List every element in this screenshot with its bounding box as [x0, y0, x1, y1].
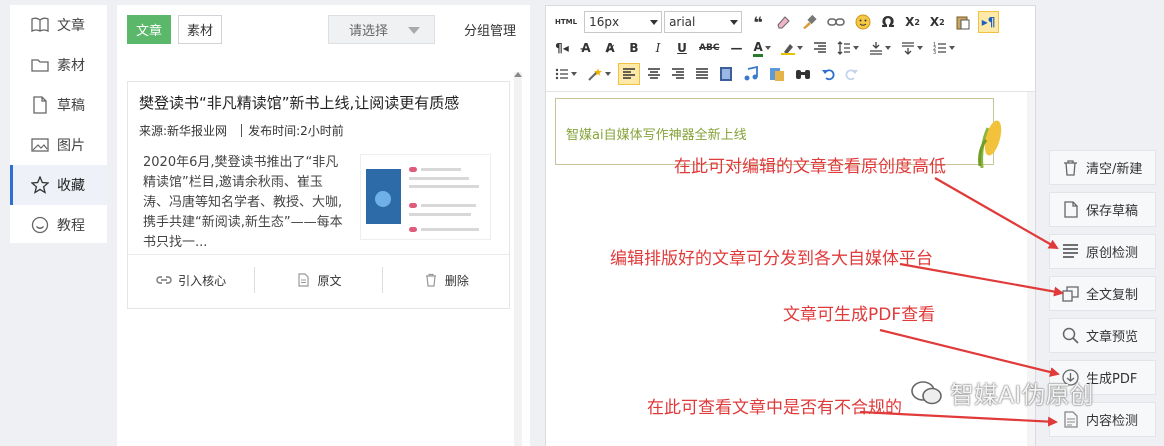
watermark-text: 智媒AI伪原创 [950, 381, 1094, 409]
wechat-icon [911, 380, 942, 404]
annotation-originality: 在此可对编辑的文章查看原创度高低 [674, 157, 946, 177]
annotation-arrow [934, 177, 1059, 249]
annotation-distribute: 编辑排版好的文章可分发到各大自媒体平台 [610, 249, 933, 269]
annotation-pdf: 文章可生成PDF查看 [783, 305, 936, 325]
watermark: 智媒AI伪原创 [910, 375, 1094, 410]
annotation-arrow [879, 328, 1060, 377]
annotation-content-check: 在此可查看文章中是否有不合规的 [647, 398, 902, 418]
